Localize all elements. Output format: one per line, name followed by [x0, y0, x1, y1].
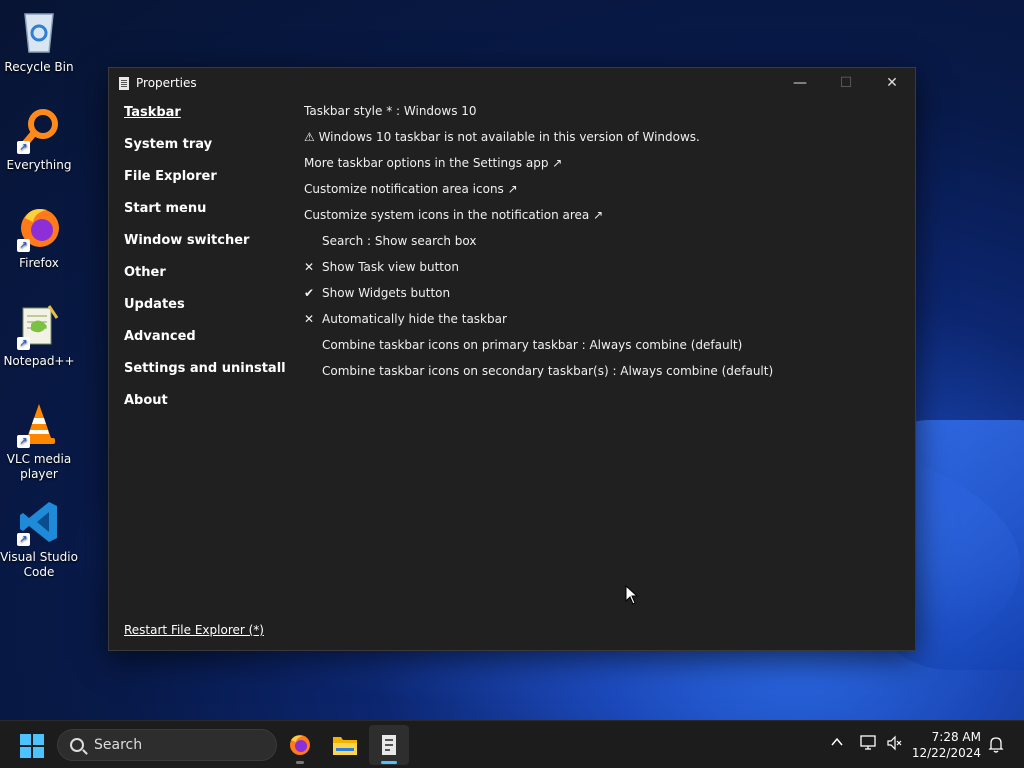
firefox-icon	[290, 735, 310, 755]
firefox-icon: ↗	[17, 204, 61, 252]
taskbar: Search 7:28 AM 12/22/2024	[0, 720, 1024, 768]
search-option-label: Search : Show search box	[322, 234, 477, 248]
start-button[interactable]	[20, 734, 44, 758]
sidebar-item-taskbar[interactable]: Taskbar	[124, 104, 294, 136]
clock-time: 7:28 AM	[931, 730, 981, 744]
file-explorer-icon	[333, 737, 357, 755]
desktop-icon-vlc[interactable]: ↗ VLC media player	[0, 400, 78, 482]
properties-app-icon	[382, 735, 396, 755]
taskbar-clock[interactable]: 7:28 AM 12/22/2024	[912, 729, 981, 761]
sidebar-item-settings-and-uninstall[interactable]: Settings and uninstall	[124, 360, 294, 392]
restart-explorer-link[interactable]: Restart File Explorer (*)	[124, 623, 264, 637]
taskbar-style-option[interactable]: Taskbar style * : Windows 10	[304, 102, 904, 128]
combine-primary-label: Combine taskbar icons on primary taskbar…	[322, 338, 743, 352]
desktop-icon-label: Recycle Bin	[4, 60, 74, 74]
desktop-icon-label: Notepad++	[3, 354, 75, 368]
widgets-toggle[interactable]: ✔ Show Widgets button	[304, 284, 904, 310]
system-icons-link[interactable]: Customize system icons in the notificati…	[304, 206, 904, 232]
autohide-label: Automatically hide the taskbar	[322, 312, 507, 326]
recycle-bin-icon	[17, 8, 61, 56]
desktop-icon-everything[interactable]: ↗ Everything	[0, 106, 78, 173]
desktop-icon-firefox[interactable]: ↗ Firefox	[0, 204, 78, 271]
desktop-icon-label: Everything	[6, 158, 72, 172]
search-placeholder: Search	[94, 737, 143, 753]
settings-sidebar: Taskbar System tray File Explorer Start …	[124, 104, 294, 424]
running-indicator	[296, 761, 304, 764]
notification-icons-link[interactable]: Customize notification area icons ↗	[304, 180, 904, 206]
maximize-button[interactable]: ☐	[823, 68, 869, 98]
desktop-icon-label: VLC media player	[6, 452, 72, 481]
desktop-icon-label: Visual Studio Code	[0, 550, 78, 579]
combine-secondary-label: Combine taskbar icons on secondary taskb…	[322, 364, 774, 378]
everything-search-icon: ↗	[17, 106, 61, 154]
close-button[interactable]: ✕	[869, 68, 915, 98]
network-icon[interactable]	[860, 735, 878, 755]
widgets-label: Show Widgets button	[322, 286, 451, 300]
search-option[interactable]: Search : Show search box	[304, 232, 904, 258]
shortcut-arrow-icon: ↗	[17, 533, 30, 546]
taskbar-app-properties[interactable]	[369, 725, 409, 765]
sidebar-item-other[interactable]: Other	[124, 264, 294, 296]
desktop-icon-label: Firefox	[19, 256, 59, 270]
settings-app-link[interactable]: More taskbar options in the Settings app…	[304, 154, 904, 180]
task-view-toggle[interactable]: ✕ Show Task view button	[304, 258, 904, 284]
sidebar-item-window-switcher[interactable]: Window switcher	[124, 232, 294, 264]
desktop-icon-vscode[interactable]: ↗ Visual Studio Code	[0, 498, 78, 580]
warning-message: ⚠ Windows 10 taskbar is not available in…	[304, 130, 700, 144]
sidebar-item-file-explorer[interactable]: File Explorer	[124, 168, 294, 200]
mouse-cursor-icon	[625, 585, 639, 605]
cross-mark-icon: ✕	[304, 312, 315, 326]
vlc-icon: ↗	[17, 400, 61, 448]
properties-window: Properties — ☐ ✕ Taskbar System tray Fil…	[108, 67, 916, 651]
vscode-icon: ↗	[17, 498, 61, 546]
taskbar-app-file-explorer[interactable]	[325, 725, 365, 765]
chevron-up-icon[interactable]	[830, 735, 844, 753]
shortcut-arrow-icon: ↗	[17, 239, 30, 252]
minimize-button[interactable]: —	[777, 68, 823, 98]
taskbar-app-firefox[interactable]	[280, 725, 320, 765]
shortcut-arrow-icon: ↗	[17, 337, 30, 350]
combine-secondary-option[interactable]: Combine taskbar icons on secondary taskb…	[304, 362, 904, 388]
sidebar-item-start-menu[interactable]: Start menu	[124, 200, 294, 232]
shortcut-arrow-icon: ↗	[17, 141, 30, 154]
windows-logo-icon	[20, 734, 31, 745]
cross-mark-icon: ✕	[304, 260, 315, 274]
notepad-plus-plus-icon: ↗	[17, 302, 61, 350]
sidebar-item-about[interactable]: About	[124, 392, 294, 424]
volume-muted-icon[interactable]	[886, 735, 904, 755]
taskbar-search-box[interactable]: Search	[57, 729, 277, 761]
sidebar-item-advanced[interactable]: Advanced	[124, 328, 294, 360]
settings-content: Taskbar style * : Windows 10 ⚠ Windows 1…	[304, 102, 904, 388]
desktop-icon-recycle-bin[interactable]: Recycle Bin	[0, 8, 78, 75]
window-title: Properties	[136, 76, 197, 90]
properties-app-icon	[119, 76, 129, 90]
sidebar-item-system-tray[interactable]: System tray	[124, 136, 294, 168]
active-indicator	[381, 761, 397, 764]
desktop-icon-notepad-plus-plus[interactable]: ↗ Notepad++	[0, 302, 78, 369]
autohide-toggle[interactable]: ✕ Automatically hide the taskbar	[304, 310, 904, 336]
notification-bell-icon[interactable]	[988, 735, 1004, 757]
search-icon	[70, 738, 84, 752]
window-titlebar[interactable]: Properties — ☐ ✕	[109, 68, 915, 98]
shortcut-arrow-icon: ↗	[17, 435, 30, 448]
combine-primary-option[interactable]: Combine taskbar icons on primary taskbar…	[304, 336, 904, 362]
task-view-label: Show Task view button	[322, 260, 459, 274]
clock-date: 12/22/2024	[911, 746, 981, 760]
check-mark-icon: ✔	[304, 286, 315, 300]
sidebar-item-updates[interactable]: Updates	[124, 296, 294, 328]
